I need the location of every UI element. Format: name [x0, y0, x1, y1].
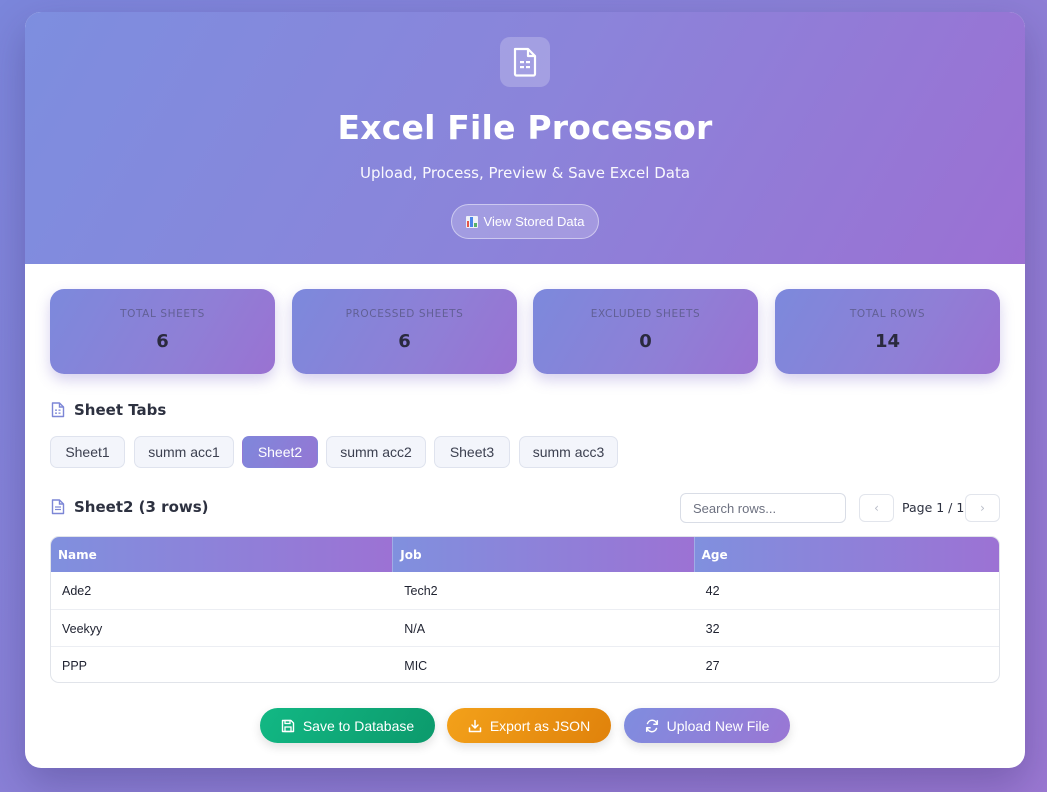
sheet-icon — [51, 402, 65, 418]
spreadsheet-file-icon — [500, 37, 550, 87]
search-rows-input[interactable] — [680, 493, 846, 523]
stat-value: 6 — [398, 331, 411, 352]
cell-name: Veekyy — [62, 621, 103, 636]
header-banner: Excel File Processor Upload, Process, Pr… — [25, 12, 1025, 264]
stat-card-total-rows: TOTAL ROWS 14 — [775, 289, 1000, 374]
sheet-tabs-heading: Sheet Tabs — [51, 401, 166, 419]
bar-chart-icon — [465, 215, 478, 228]
cell-name: PPP — [62, 658, 88, 673]
table-header: Name Job Age — [51, 537, 999, 572]
column-header-name[interactable]: Name — [51, 537, 394, 572]
data-table: Name Job Age Ade2 Tech2 42 Veekyy N/A 32… — [50, 536, 1000, 683]
stat-value: 0 — [639, 331, 652, 352]
stat-card-total-sheets: TOTAL SHEETS 6 — [50, 289, 275, 374]
cell-job: Tech2 — [404, 583, 438, 598]
view-stored-data-button[interactable]: View Stored Data — [451, 204, 599, 239]
refresh-icon — [645, 719, 658, 732]
tab-summ-acc1[interactable]: summ acc1 — [134, 436, 234, 468]
table-row: PPP MIC 27 — [51, 646, 999, 682]
stat-label: TOTAL SHEETS — [120, 308, 205, 320]
action-bar: Save to Database Export as JSON Upload N… — [25, 708, 1025, 743]
stat-label: PROCESSED SHEETS — [345, 308, 464, 320]
save-to-database-button[interactable]: Save to Database — [260, 708, 435, 743]
stat-label: EXCLUDED SHEETS — [590, 308, 701, 320]
chevron-left-icon: ‹ — [874, 501, 879, 515]
cell-age: 42 — [705, 583, 720, 598]
table-title: Sheet2 (3 rows) — [74, 498, 209, 516]
stat-value: 6 — [156, 331, 169, 352]
document-icon — [51, 499, 65, 515]
sheet-tabs-title: Sheet Tabs — [74, 401, 167, 419]
save-icon — [281, 719, 295, 732]
tab-sheet2[interactable]: Sheet2 — [242, 436, 318, 468]
chevron-right-icon: › — [980, 501, 985, 515]
tab-sheet1[interactable]: Sheet1 — [50, 436, 125, 468]
table-row: Veekyy N/A 32 — [51, 609, 999, 646]
cell-age: 27 — [705, 658, 720, 673]
stat-value: 14 — [874, 331, 901, 352]
upload-label: Upload New File — [666, 717, 770, 734]
cell-name: Ade2 — [62, 583, 92, 598]
stat-label: TOTAL ROWS — [849, 308, 926, 320]
export-json-button[interactable]: Export as JSON — [447, 708, 611, 743]
column-header-job[interactable]: Job — [393, 537, 695, 572]
stat-card-processed-sheets: PROCESSED SHEETS 6 — [292, 289, 517, 374]
table-heading: Sheet2 (3 rows) — [51, 498, 209, 516]
tab-sheet3[interactable]: Sheet3 — [434, 436, 510, 468]
main-card: Excel File Processor Upload, Process, Pr… — [25, 12, 1025, 768]
cell-job: N/A — [404, 621, 426, 636]
download-icon — [468, 719, 482, 732]
cell-age: 32 — [705, 621, 720, 636]
export-label: Export as JSON — [489, 717, 591, 734]
table-row: Ade2 Tech2 42 — [51, 572, 999, 609]
tab-summ-acc2[interactable]: summ acc2 — [326, 436, 426, 468]
upload-new-file-button[interactable]: Upload New File — [624, 708, 790, 743]
next-page-button[interactable]: › — [965, 494, 1000, 522]
view-stored-data-label: View Stored Data — [483, 214, 585, 229]
tab-summ-acc3[interactable]: summ acc3 — [519, 436, 618, 468]
stat-card-excluded-sheets: EXCLUDED SHEETS 0 — [533, 289, 758, 374]
page-title: Excel File Processor — [337, 108, 713, 147]
cell-job: MIC — [404, 658, 428, 673]
column-header-age[interactable]: Age — [694, 537, 999, 572]
page-subtitle: Upload, Process, Preview & Save Excel Da… — [359, 164, 691, 182]
save-label: Save to Database — [302, 717, 415, 734]
page-indicator: Page 1 / 1 — [902, 500, 965, 515]
prev-page-button[interactable]: ‹ — [859, 494, 894, 522]
stats-row: TOTAL SHEETS 6 PROCESSED SHEETS 6 EXCLUD… — [50, 289, 1000, 374]
